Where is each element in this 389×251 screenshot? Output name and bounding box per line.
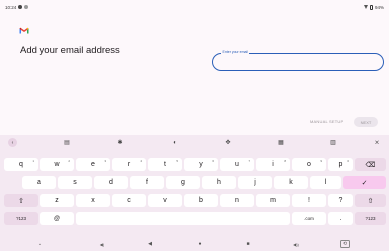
key-m[interactable]: m	[256, 194, 290, 207]
screen: 10:24 94% Add your email address Enter y…	[0, 0, 389, 251]
key-k[interactable]: k	[274, 176, 308, 189]
battery-icon	[369, 4, 373, 10]
shift-key[interactable]: ⇧	[4, 194, 38, 207]
volume-up-icon[interactable]: ◀))	[290, 240, 302, 248]
key-c[interactable]: c	[112, 194, 146, 207]
next-button[interactable]: NEXT	[354, 117, 378, 127]
key-w[interactable]: w2	[40, 158, 74, 171]
notification-icon	[24, 5, 29, 9]
theme-icon[interactable]: ◐	[170, 138, 180, 147]
key-j[interactable]: j	[238, 176, 272, 189]
keyboard-toolbar: ‹ ▤ ✱ ◐ ✥ ▦ ▥ ⨯	[0, 135, 389, 149]
key-l[interactable]: l	[310, 176, 341, 189]
key-r[interactable]: r4	[112, 158, 146, 171]
gmail-logo-icon	[19, 27, 29, 34]
key-n[interactable]: n	[220, 194, 254, 207]
backspace-key[interactable]: ⌫	[355, 158, 386, 171]
email-field-label: Enter your email	[221, 50, 250, 54]
notification-dot-icon	[18, 5, 23, 9]
settings-icon[interactable]: ✱	[115, 138, 125, 147]
key-o[interactable]: o9	[292, 158, 326, 171]
keyboard-modes-icon[interactable]: ▥	[328, 138, 338, 147]
recent-apps-icon[interactable]: ■	[244, 240, 252, 248]
key-e[interactable]: e3	[76, 158, 110, 171]
symbols-key-right[interactable]: ?123	[355, 212, 386, 225]
navigation-bar: ⌄ ◀) ◀ ● ■ ◀)) ⟲	[0, 237, 389, 251]
email-field[interactable]: Enter your email	[212, 50, 384, 71]
key-a[interactable]: a	[22, 176, 56, 189]
enter-key[interactable]: ✓	[343, 176, 386, 189]
keyboard-back-icon[interactable]: ‹	[8, 138, 17, 147]
key-question[interactable]: ?	[328, 194, 353, 207]
key-d[interactable]: d	[94, 176, 128, 189]
hide-keyboard-icon[interactable]: ⌄	[36, 240, 44, 248]
move-keyboard-icon[interactable]: ✥	[223, 138, 233, 147]
back-icon[interactable]: ◀	[146, 240, 154, 248]
manual-setup-button[interactable]: MANUAL SETUP	[310, 119, 343, 124]
at-key[interactable]: @	[40, 212, 74, 225]
status-bar: 10:24 94%	[0, 0, 389, 14]
key-x[interactable]: x	[76, 194, 110, 207]
key-y[interactable]: y6	[184, 158, 218, 171]
key-exclamation[interactable]: !	[292, 194, 326, 207]
key-z[interactable]: z	[40, 194, 74, 207]
volume-down-icon[interactable]: ◀)	[97, 240, 107, 248]
page-title: Add your email address	[20, 45, 120, 56]
wifi-icon	[363, 5, 368, 9]
battery-level: 94%	[374, 4, 384, 10]
shift-key-right[interactable]: ⇧	[355, 194, 386, 207]
key-f[interactable]: f	[130, 176, 164, 189]
dotcom-key[interactable]: .com	[292, 212, 326, 225]
symbols-key[interactable]: ?123	[4, 212, 38, 225]
key-u[interactable]: u7	[220, 158, 254, 171]
key-g[interactable]: g	[166, 176, 200, 189]
key-p[interactable]: p0	[328, 158, 353, 171]
layout-icon[interactable]: ▦	[276, 138, 286, 147]
key-q[interactable]: q1	[4, 158, 38, 171]
on-screen-keyboard: ‹ ▤ ✱ ◐ ✥ ▦ ▥ ⨯ q1 w2 e3 r4 t5 y6 u7 i8 …	[0, 135, 389, 251]
key-b[interactable]: b	[184, 194, 218, 207]
mic-off-icon[interactable]: ⨯	[372, 138, 382, 147]
home-icon[interactable]: ●	[196, 240, 204, 248]
space-key[interactable]	[76, 212, 290, 225]
key-t[interactable]: t5	[148, 158, 182, 171]
period-key[interactable]: .	[328, 212, 353, 225]
key-h[interactable]: h	[202, 176, 236, 189]
key-s[interactable]: s	[58, 176, 92, 189]
status-time: 10:24	[5, 4, 17, 10]
clipboard-icon[interactable]: ▤	[62, 138, 72, 147]
rotate-icon[interactable]: ⟲	[340, 240, 350, 248]
key-v[interactable]: v	[148, 194, 182, 207]
key-i[interactable]: i8	[256, 158, 290, 171]
